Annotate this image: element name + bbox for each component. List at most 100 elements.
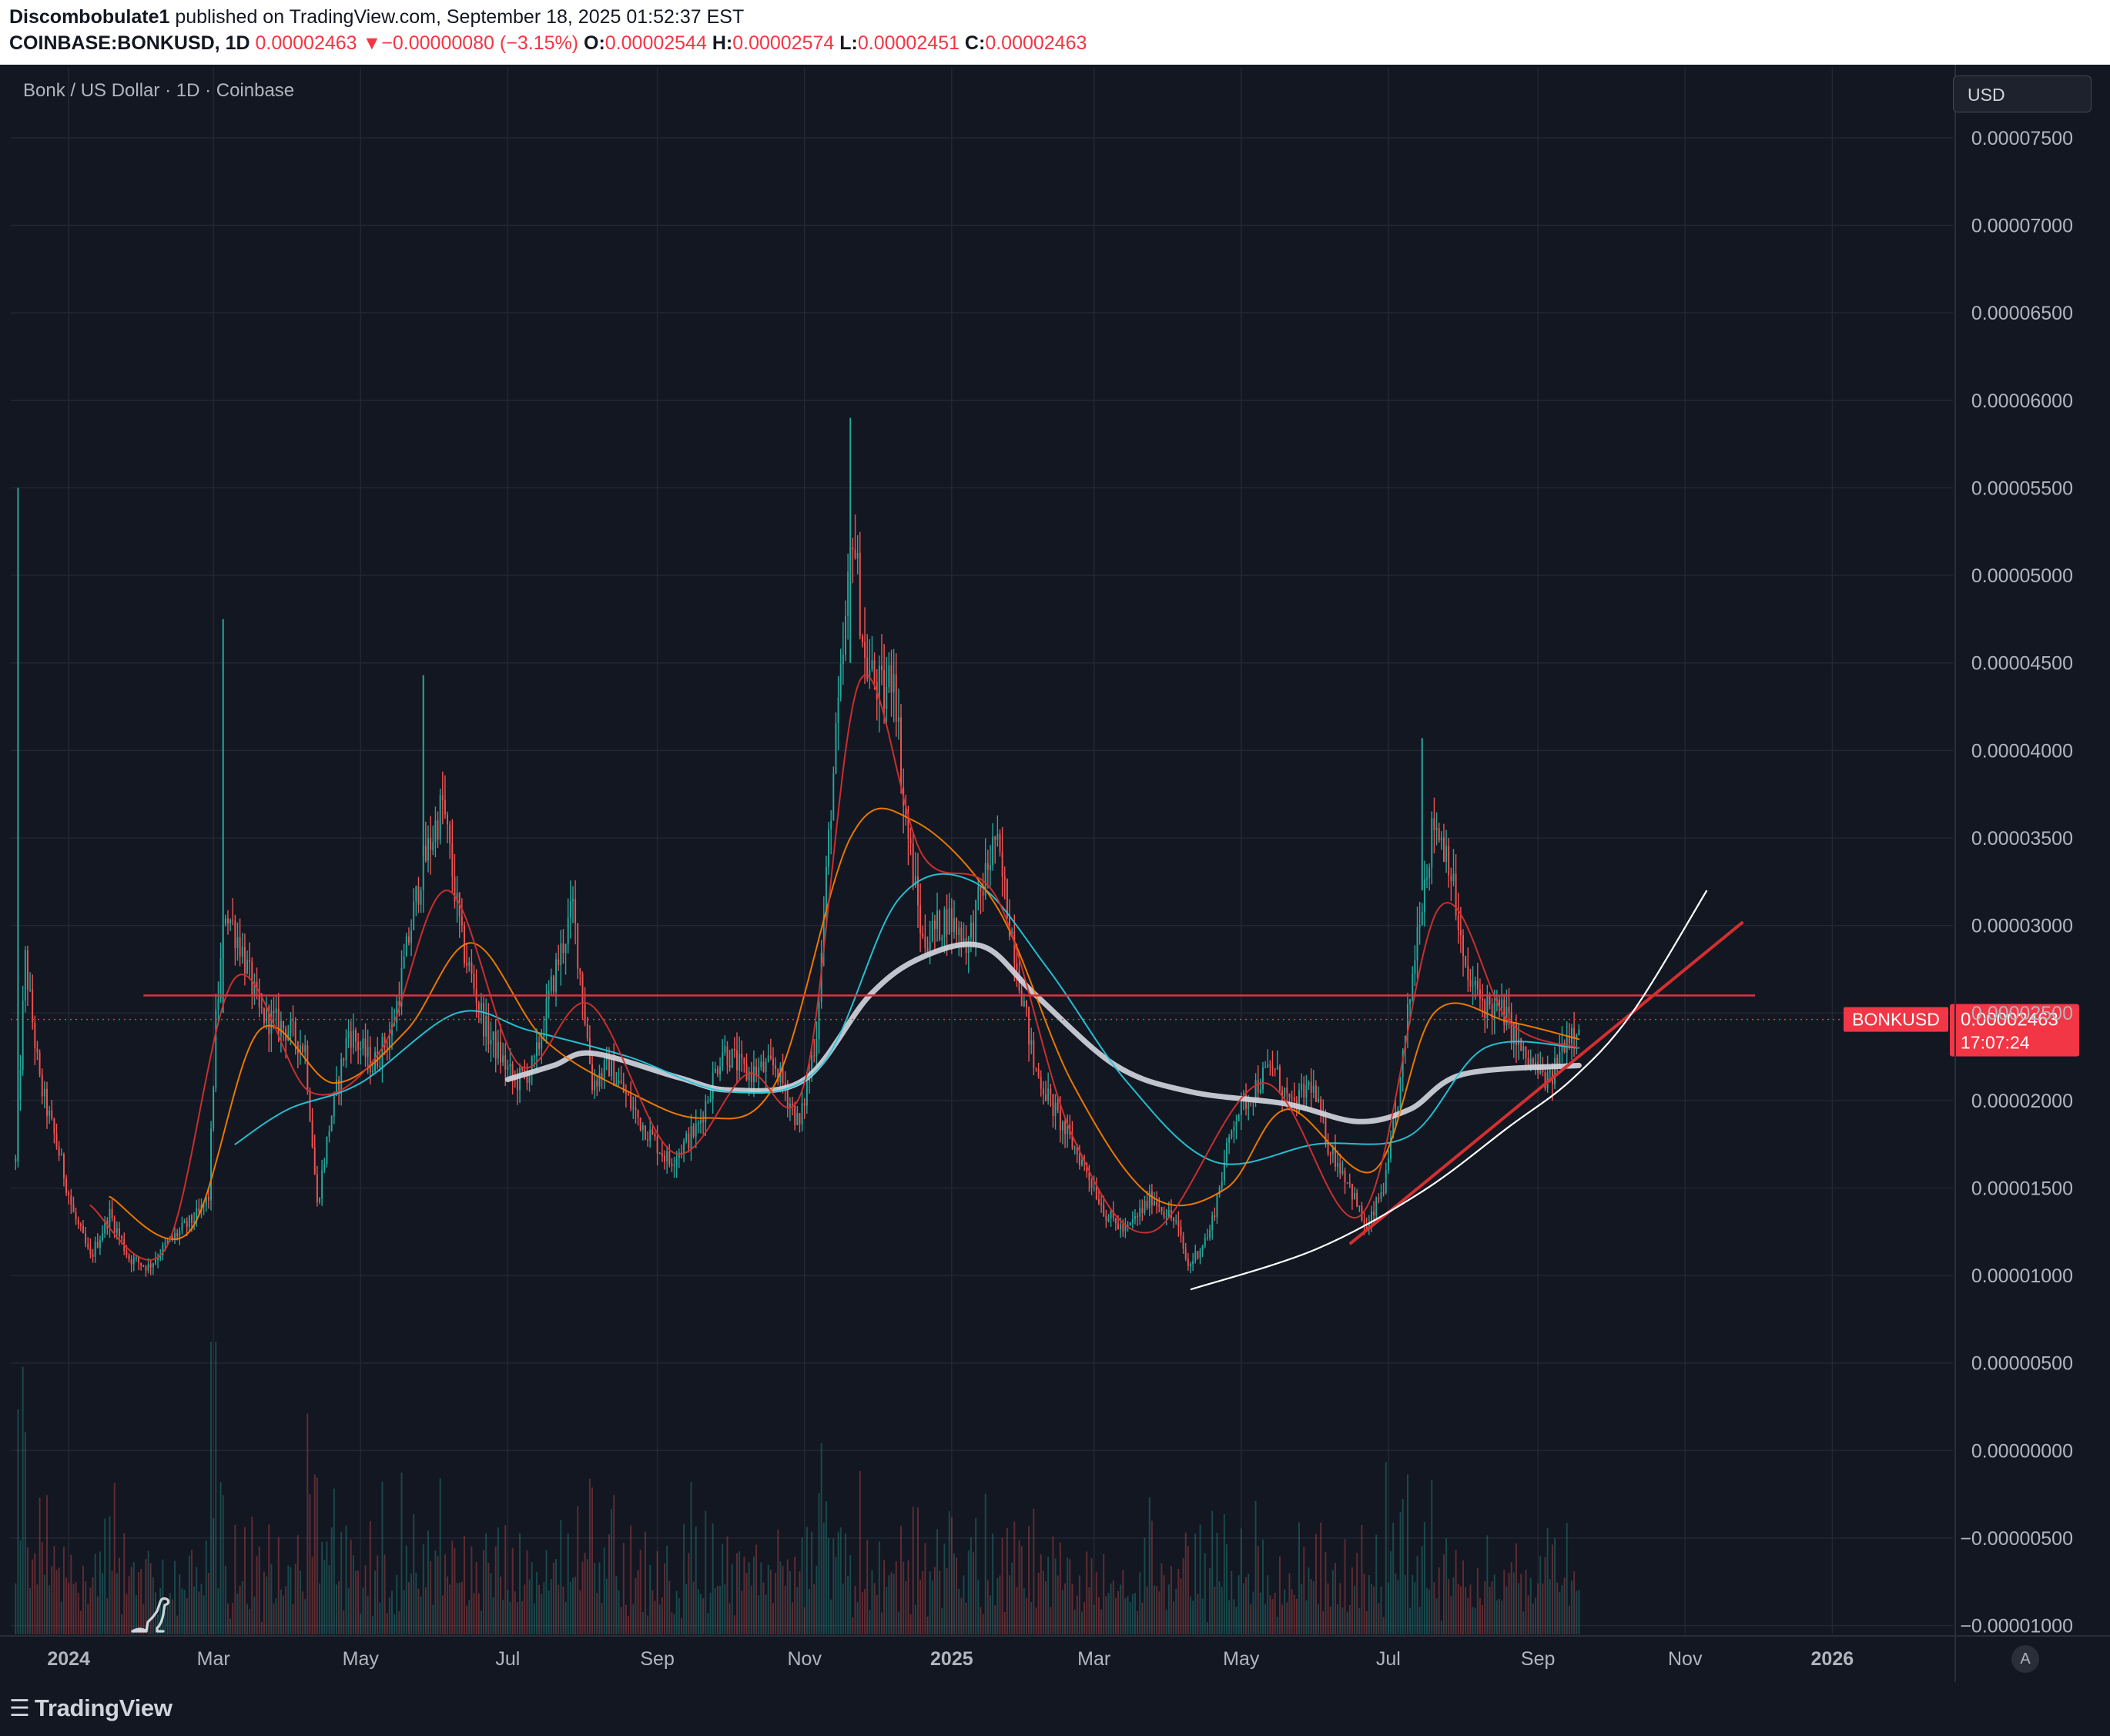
candle-body: [283, 1020, 284, 1029]
volume-bar: [294, 1563, 296, 1634]
volume-bar: [306, 1413, 309, 1634]
volume-bar: [68, 1582, 70, 1634]
price-chart[interactable]: BONKUSD 0.0000246317:07:24 0.000075000.00…: [0, 65, 2110, 1682]
candle-body: [1459, 930, 1462, 936]
candle-body: [46, 1088, 48, 1116]
volume-bar: [41, 1542, 43, 1634]
volume-bar: [1455, 1550, 1457, 1634]
volume-bar: [396, 1574, 398, 1634]
candle-body: [924, 937, 926, 949]
volume-bar: [1527, 1595, 1529, 1634]
candle-body: [403, 957, 405, 968]
footer: [0, 1682, 2110, 1736]
candle-body: [545, 998, 548, 1034]
candle-body: [939, 910, 941, 940]
volume-bar: [869, 1610, 871, 1634]
volume-bar: [1293, 1594, 1295, 1634]
volume-bar: [19, 1540, 22, 1634]
candle-body: [1180, 1226, 1182, 1236]
volume-bar: [234, 1524, 236, 1634]
candle-body: [1023, 1000, 1025, 1007]
volume-bar: [340, 1532, 343, 1634]
volume-bar: [466, 1605, 468, 1634]
volume-bar: [1291, 1589, 1293, 1634]
candle-body: [335, 1079, 337, 1094]
volume-bar: [60, 1601, 62, 1634]
volume-bar: [794, 1557, 796, 1634]
auto-scale-button[interactable]: A: [2011, 1645, 2039, 1673]
volume-bar: [1267, 1575, 1269, 1634]
volume-bar: [929, 1571, 931, 1634]
volume-bar: [664, 1563, 665, 1634]
volume-bar: [1421, 1546, 1423, 1634]
y-tick-label: 0.00001500: [1971, 1178, 2073, 1199]
volume-bar: [946, 1568, 948, 1634]
candle-body: [516, 1079, 518, 1091]
volume-bar: [94, 1553, 96, 1634]
volume-bar: [933, 1567, 936, 1634]
y-tick-label: 0.00007000: [1971, 216, 2073, 237]
volume-bar: [707, 1613, 709, 1634]
candle-body: [371, 1071, 373, 1073]
volume-bar: [1073, 1609, 1076, 1634]
candle-body: [468, 962, 471, 966]
volume-bar: [1399, 1512, 1402, 1634]
candle-body: [1510, 1012, 1512, 1044]
volume-bar: [924, 1543, 926, 1634]
publication-line: Discombobulate1 published on TradingView…: [9, 6, 744, 28]
volume-bar: [468, 1600, 471, 1634]
candle-body: [956, 918, 958, 935]
volume-bar: [678, 1598, 680, 1634]
candle-body: [26, 950, 28, 990]
candle-body: [1568, 1037, 1570, 1044]
volume-bar: [1160, 1563, 1163, 1634]
volume-bar: [765, 1594, 767, 1634]
x-tick-label: Sep: [1521, 1648, 1555, 1670]
currency-selector[interactable]: USD: [1953, 75, 2092, 112]
tradingview-logo[interactable]: ☰ TradingView: [9, 1693, 172, 1724]
volume-bar: [511, 1547, 514, 1634]
volume-bar: [283, 1595, 284, 1634]
candle-body: [1131, 1218, 1134, 1222]
candle-body: [1003, 876, 1006, 880]
volume-bar: [941, 1608, 943, 1634]
volume-bar: [1576, 1590, 1578, 1634]
candle-body: [794, 1104, 796, 1125]
candle-body: [1122, 1224, 1124, 1232]
candle-body: [581, 974, 584, 1004]
volume-bar: [213, 1518, 215, 1634]
volume-bar: [992, 1533, 994, 1634]
candle-body: [226, 918, 229, 923]
volume-bar: [1412, 1574, 1414, 1634]
volume-bar: [1418, 1607, 1421, 1634]
volume-bar: [905, 1580, 907, 1634]
candle-body: [647, 1139, 649, 1141]
volume-bar: [126, 1594, 128, 1634]
chart-pane[interactable]: BONKUSD 0.00002463 17:07:24 0.00007500 0.00…: [0, 65, 2110, 1682]
volume-bar: [661, 1597, 663, 1634]
volume-bar: [347, 1587, 350, 1634]
volume-bar: [183, 1590, 186, 1634]
candle-body: [695, 1123, 697, 1137]
publisher-name[interactable]: Discombobulate1: [9, 6, 169, 28]
candle-body: [280, 1020, 282, 1036]
volume-bar: [1315, 1533, 1317, 1634]
volume-bar: [1288, 1573, 1291, 1634]
volume-bar: [654, 1600, 656, 1634]
volume-bar: [1520, 1573, 1522, 1634]
x-tick-label: Mar: [197, 1648, 230, 1670]
candle-body: [309, 1090, 311, 1121]
candle-body: [1194, 1251, 1197, 1261]
candle-body: [388, 1035, 390, 1048]
volume-bar: [1047, 1557, 1050, 1634]
volume-bar: [552, 1562, 554, 1634]
volume-bar: [1414, 1581, 1416, 1634]
volume-bar: [275, 1598, 277, 1634]
volume-bar: [85, 1581, 87, 1634]
volume-bar: [526, 1550, 528, 1634]
candle-body: [731, 1048, 733, 1068]
volume-bar: [420, 1596, 422, 1634]
candle-body: [658, 1153, 661, 1155]
candle-body: [579, 968, 581, 974]
candle-body: [859, 552, 861, 637]
